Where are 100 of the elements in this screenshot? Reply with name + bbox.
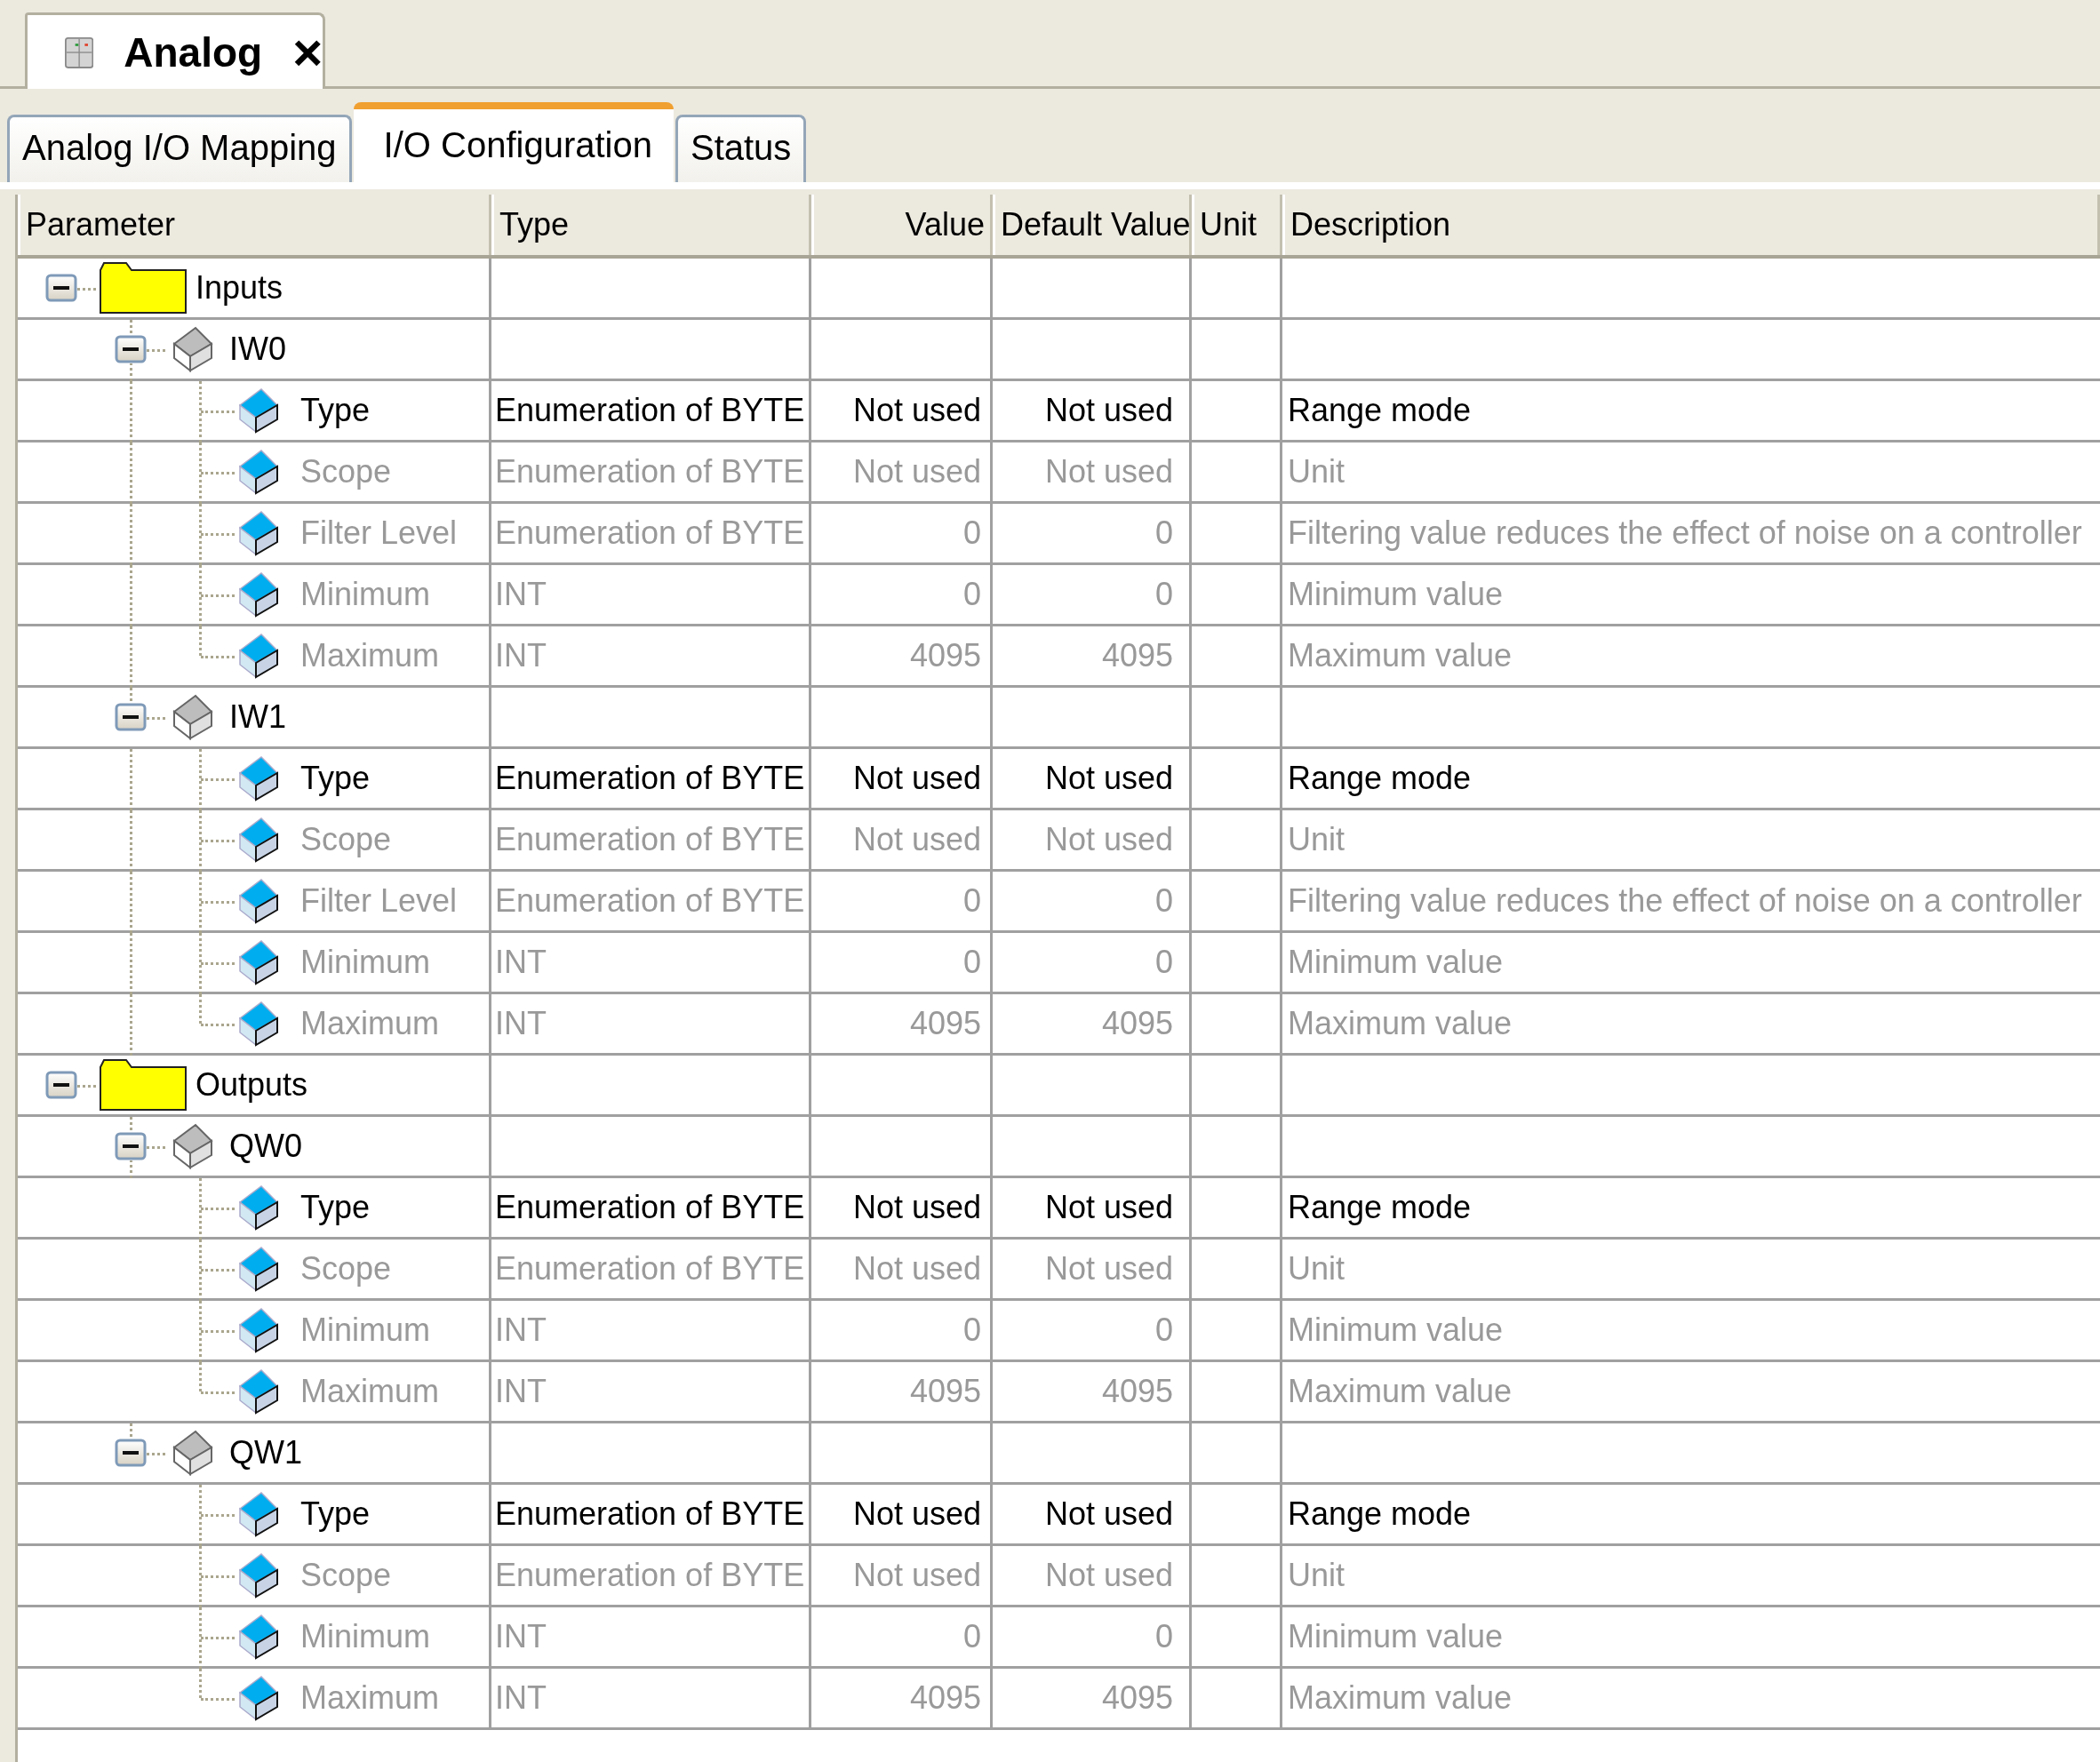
type-text: Enumeration of BYTE [495, 392, 805, 429]
default-value-text: 0 [1154, 514, 1173, 552]
parameter-name: IW1 [229, 698, 286, 736]
value-text: 4095 [909, 1679, 981, 1717]
parameter-icon [238, 633, 279, 679]
parameter-icon [238, 939, 279, 985]
default-value-text: Not used [1044, 821, 1173, 858]
parameter-icon [238, 571, 279, 618]
parameter-name: QW1 [229, 1434, 302, 1471]
column-header[interactable]: Default Value [993, 195, 1192, 255]
cube-icon [172, 1430, 213, 1476]
parameter-name: Minimum [300, 1618, 430, 1655]
parameter-name: Scope [300, 1250, 392, 1288]
tab[interactable]: I/O Configuration [353, 102, 674, 182]
description-text: Unit [1288, 453, 1345, 490]
collapse-icon[interactable] [45, 1071, 77, 1099]
parameter-name: Maximum [300, 1005, 439, 1042]
column-header[interactable]: Parameter [18, 195, 491, 255]
collapse-icon[interactable] [45, 274, 77, 302]
type-text: INT [495, 1679, 547, 1717]
column-header[interactable]: Type [491, 195, 811, 255]
parameter-name: Filter Level [300, 514, 458, 552]
parameter-name: Minimum [300, 576, 430, 613]
parameter-name: Scope [300, 821, 392, 858]
parameter-name: QW0 [229, 1128, 302, 1165]
folder-icon [100, 1059, 187, 1111]
value-text: 0 [962, 882, 981, 920]
default-value-text: 0 [1154, 882, 1173, 920]
value-text: Not used [852, 821, 981, 858]
type-text: INT [495, 1005, 547, 1042]
description-text: Filtering value reduces the effect of noise on a controller [1288, 882, 2082, 920]
default-value-text: Not used [1044, 1495, 1173, 1533]
description-text: Unit [1288, 1250, 1345, 1288]
column-header[interactable]: Description [1282, 195, 2100, 255]
type-text: Enumeration of BYTE [495, 1189, 805, 1226]
description-text: Minimum value [1288, 1312, 1504, 1349]
folder-icon [100, 262, 187, 314]
cube-icon [172, 1123, 213, 1169]
type-text: Enumeration of BYTE [495, 1557, 805, 1594]
parameter-name: Scope [300, 1557, 392, 1594]
description-text: Range mode [1288, 392, 1472, 429]
type-text: INT [495, 1373, 547, 1410]
value-text: Not used [852, 392, 981, 429]
parameter-icon [238, 1001, 279, 1047]
parameter-icon [238, 449, 279, 495]
parameter-name: Filter Level [300, 882, 458, 920]
value-text: 0 [962, 1312, 981, 1349]
description-text: Unit [1288, 1557, 1345, 1594]
type-text: Enumeration of BYTE [495, 821, 805, 858]
parameter-icon [238, 755, 279, 801]
tab[interactable]: Analog I/O Mapping [7, 115, 352, 182]
description-text: Unit [1288, 821, 1345, 858]
value-text: 4095 [909, 1373, 981, 1410]
default-value-text: 4095 [1101, 1005, 1173, 1042]
parameter-name: Minimum [300, 1312, 430, 1349]
value-text: Not used [852, 453, 981, 490]
collapse-icon[interactable] [115, 1439, 147, 1467]
parameter-name: Inputs [196, 269, 283, 307]
description-text: Range mode [1288, 1189, 1472, 1226]
type-text: Enumeration of BYTE [495, 760, 805, 797]
value-text: 0 [962, 576, 981, 613]
type-text: Enumeration of BYTE [495, 453, 805, 490]
default-value-text: Not used [1044, 453, 1173, 490]
default-value-text: 0 [1154, 944, 1173, 981]
parameter-name: Minimum [300, 944, 430, 981]
parameter-icon [238, 1184, 279, 1231]
tab[interactable]: Status [675, 115, 807, 182]
document-tab[interactable]: Analog × [25, 12, 325, 89]
parameter-name: IW0 [229, 331, 286, 368]
cube-icon [172, 694, 213, 740]
description-text: Maximum value [1288, 1005, 1513, 1042]
collapse-icon[interactable] [115, 335, 147, 363]
column-header[interactable]: Unit [1192, 195, 1282, 255]
parameter-icon [238, 510, 279, 556]
column-header[interactable]: Value [811, 195, 993, 255]
description-text: Maximum value [1288, 637, 1513, 674]
parameter-icon [238, 878, 279, 924]
default-value-text: Not used [1044, 1189, 1173, 1226]
default-value-text: Not used [1044, 392, 1173, 429]
value-text: Not used [852, 1557, 981, 1594]
default-value-text: Not used [1044, 1250, 1173, 1288]
type-text: Enumeration of BYTE [495, 1495, 805, 1533]
default-value-text: 4095 [1101, 1679, 1173, 1717]
description-text: Minimum value [1288, 576, 1504, 613]
parameter-name: Outputs [196, 1066, 308, 1104]
type-text: INT [495, 1618, 547, 1655]
collapse-icon[interactable] [115, 1132, 147, 1160]
close-button[interactable]: × [292, 26, 323, 78]
document-title: Analog [124, 28, 263, 76]
collapse-icon[interactable] [115, 703, 147, 731]
default-value-text: Not used [1044, 1557, 1173, 1594]
value-text: 0 [962, 514, 981, 552]
type-text: Enumeration of BYTE [495, 514, 805, 552]
description-text: Minimum value [1288, 1618, 1504, 1655]
type-text: INT [495, 637, 547, 674]
description-text: Filtering value reduces the effect of noise on a controller [1288, 514, 2082, 552]
default-value-text: 0 [1154, 1618, 1173, 1655]
value-text: Not used [852, 1250, 981, 1288]
cube-icon [172, 326, 213, 372]
value-text: 4095 [909, 1005, 981, 1042]
